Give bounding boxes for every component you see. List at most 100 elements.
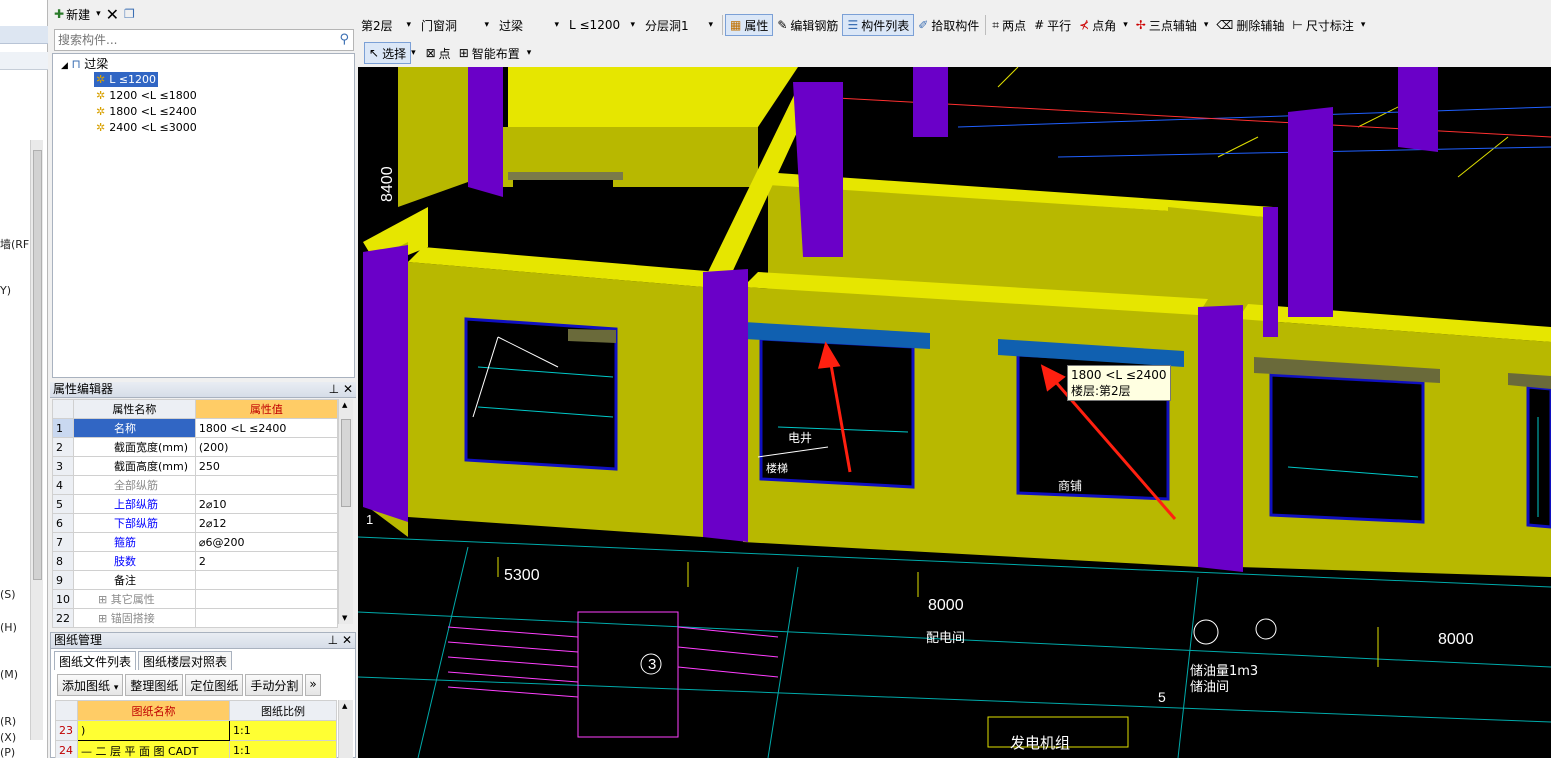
- pick-component-label: 拾取构件: [931, 18, 980, 33]
- property-value[interactable]: 2: [194, 551, 339, 571]
- property-row[interactable]: 1 名称 1800 <L ≤2400: [52, 418, 339, 438]
- search-input[interactable]: [55, 30, 325, 50]
- edit-rebar-button[interactable]: ✎ 编辑钢筋: [773, 14, 842, 36]
- property-value[interactable]: [194, 570, 339, 590]
- dimension-button[interactable]: ⊢ 尺寸标注 ▾: [1288, 14, 1369, 36]
- left-panel-scrollbar[interactable]: [30, 140, 43, 740]
- organize-drawing-button[interactable]: 整理图纸: [125, 674, 184, 696]
- component-list-label: 构件列表: [861, 18, 910, 33]
- drawing-name-cell[interactable]: — 二 层 平 面 图 CADT: [77, 740, 230, 758]
- property-value[interactable]: 1800 <L ≤2400: [194, 418, 339, 438]
- property-value[interactable]: [194, 608, 339, 628]
- dimension-label: 尺寸标注: [1305, 18, 1354, 33]
- scrollbar-thumb[interactable]: [341, 419, 351, 507]
- property-value[interactable]: ⌀6@200: [194, 532, 339, 552]
- property-row[interactable]: 6 下部纵筋 2⌀12: [52, 513, 339, 533]
- tree-item[interactable]: ✲ 2400 <L ≤3000: [96, 120, 197, 135]
- more-icon[interactable]: »: [305, 674, 321, 696]
- row-num-header: [55, 700, 78, 721]
- property-scrollbar[interactable]: ▲ ▼: [338, 399, 353, 624]
- scroll-up-icon[interactable]: ▲: [342, 702, 347, 710]
- add-drawing-label: 添加图纸: [62, 679, 111, 693]
- left-panel-tab[interactable]: [0, 52, 48, 70]
- chevron-down-icon[interactable]: ▾: [411, 48, 416, 58]
- point-angle-button[interactable]: ⊀ 点角 ▾: [1075, 14, 1132, 36]
- drawing-toolbar: 添加图纸 ▾ 整理图纸 定位图纸 手动分割 »: [57, 674, 354, 698]
- three-point-axis-button[interactable]: ✢ 三点辅轴 ▾: [1132, 14, 1213, 36]
- smart-layout-button[interactable]: ⊞ 智能布置 ▾: [455, 42, 536, 64]
- three-point-axis-icon: ✢: [1135, 18, 1146, 32]
- property-value[interactable]: (200): [194, 437, 339, 457]
- locate-drawing-button[interactable]: 定位图纸: [185, 674, 244, 696]
- table-row[interactable]: 24 — 二 层 平 面 图 CADT 1:1: [55, 740, 337, 758]
- component-icon: ✲: [96, 121, 106, 134]
- point-button[interactable]: ⊠ 点: [422, 42, 455, 64]
- pin-icon[interactable]: ⊥: [328, 633, 338, 647]
- property-row[interactable]: 10 ⊞ 其它属性: [52, 589, 339, 609]
- parallel-button[interactable]: # 平行: [1030, 14, 1075, 36]
- delete-button[interactable]: ✕: [106, 5, 119, 24]
- property-row[interactable]: 5 上部纵筋 2⌀10: [52, 494, 339, 514]
- row-num: 6: [52, 513, 74, 533]
- chevron-down-icon: ▾: [1360, 20, 1366, 30]
- property-row[interactable]: 7 箍筋 ⌀6@200: [52, 532, 339, 552]
- tree-item[interactable]: ✲ 1800 <L ≤2400: [96, 104, 197, 119]
- collapse-icon[interactable]: ◢: [61, 61, 68, 71]
- layer-select[interactable]: 分层洞1 ▾: [642, 15, 716, 35]
- delete-axis-button[interactable]: ⌫ 删除辅轴: [1212, 14, 1288, 36]
- drawing-scale-cell[interactable]: 1:1: [229, 740, 337, 758]
- select-label: 选择: [382, 46, 407, 61]
- tab-drawing-file-list[interactable]: 图纸文件列表: [54, 651, 137, 670]
- property-row[interactable]: 3 截面高度(mm) 250: [52, 456, 339, 476]
- 3d-viewport[interactable]: 8400 5300 8000 8000 1 3 5 电井 楼梯 商铺 配电间 储…: [358, 67, 1551, 758]
- drawing-scrollbar[interactable]: ▲: [338, 700, 353, 758]
- search-icon[interactable]: ⚲: [339, 32, 349, 47]
- property-value[interactable]: 250: [194, 456, 339, 476]
- property-value[interactable]: 2⌀10: [194, 494, 339, 514]
- manual-split-button[interactable]: 手动分割: [245, 674, 304, 696]
- property-name: 全部纵筋: [73, 475, 196, 495]
- drawing-name-cell[interactable]: ): [77, 720, 230, 741]
- property-row[interactable]: 8 肢数 2: [52, 551, 339, 571]
- property-row[interactable]: 4 全部纵筋: [52, 475, 339, 495]
- close-icon[interactable]: ✕: [342, 633, 352, 647]
- parallel-axis-icon: #: [1034, 18, 1045, 32]
- row-num: 5: [52, 494, 74, 514]
- scroll-up-icon[interactable]: ▲: [342, 401, 347, 409]
- pin-icon[interactable]: ⊥: [329, 382, 339, 396]
- add-drawing-button[interactable]: 添加图纸 ▾: [57, 674, 124, 696]
- new-button[interactable]: ✚ 新建 ▾: [54, 6, 101, 23]
- drawing-scale-cell[interactable]: 1:1: [229, 720, 337, 741]
- left-label: Y): [0, 284, 12, 297]
- tree-item[interactable]: ✲ L ≤1200: [94, 72, 159, 87]
- property-row[interactable]: 2 截面宽度(mm) (200): [52, 437, 339, 457]
- copy-button[interactable]: ❐: [124, 7, 135, 21]
- axis-number: 1: [366, 512, 373, 527]
- type-select[interactable]: 过梁 ▾: [496, 15, 562, 35]
- tree-root[interactable]: ◢ ⊓ 过梁: [61, 57, 108, 72]
- property-value[interactable]: 2⌀12: [194, 513, 339, 533]
- two-point-button[interactable]: ⌗ 两点: [988, 14, 1030, 36]
- properties-button[interactable]: ▦ 属性: [725, 14, 774, 36]
- close-icon[interactable]: ✕: [343, 382, 353, 396]
- pick-component-button[interactable]: ✐ 拾取构件: [914, 14, 983, 36]
- tree-item[interactable]: ✲ 1200 <L ≤1800: [96, 88, 197, 103]
- property-row[interactable]: 22 ⊞ 锚固搭接: [52, 608, 339, 628]
- category-select[interactable]: 门窗洞 ▾: [418, 15, 492, 35]
- select-button[interactable]: ↖ 选择: [364, 42, 412, 64]
- table-row[interactable]: 23 ) 1:1: [55, 720, 337, 741]
- expand-icon[interactable]: ⊞: [98, 612, 111, 625]
- floor-select[interactable]: 第2层 ▾: [358, 15, 414, 35]
- model-canvas[interactable]: 8400 5300 8000 8000 1 3 5 电井 楼梯 商铺 配电间 储…: [358, 67, 1551, 758]
- component-list-button[interactable]: ☰ 构件列表: [842, 14, 915, 36]
- lintel-category-icon: ⊓: [71, 57, 81, 71]
- expand-icon[interactable]: ⊞: [98, 593, 111, 606]
- property-value[interactable]: [194, 589, 339, 609]
- property-value[interactable]: [194, 475, 339, 495]
- scrollbar-thumb[interactable]: [33, 150, 42, 580]
- component-search[interactable]: ⚲: [54, 29, 354, 51]
- component-select[interactable]: L ≤1200 ▾: [566, 15, 638, 35]
- scroll-down-icon[interactable]: ▼: [342, 614, 347, 622]
- tab-floor-mapping[interactable]: 图纸楼层对照表: [138, 651, 233, 670]
- property-row[interactable]: 9 备注: [52, 570, 339, 590]
